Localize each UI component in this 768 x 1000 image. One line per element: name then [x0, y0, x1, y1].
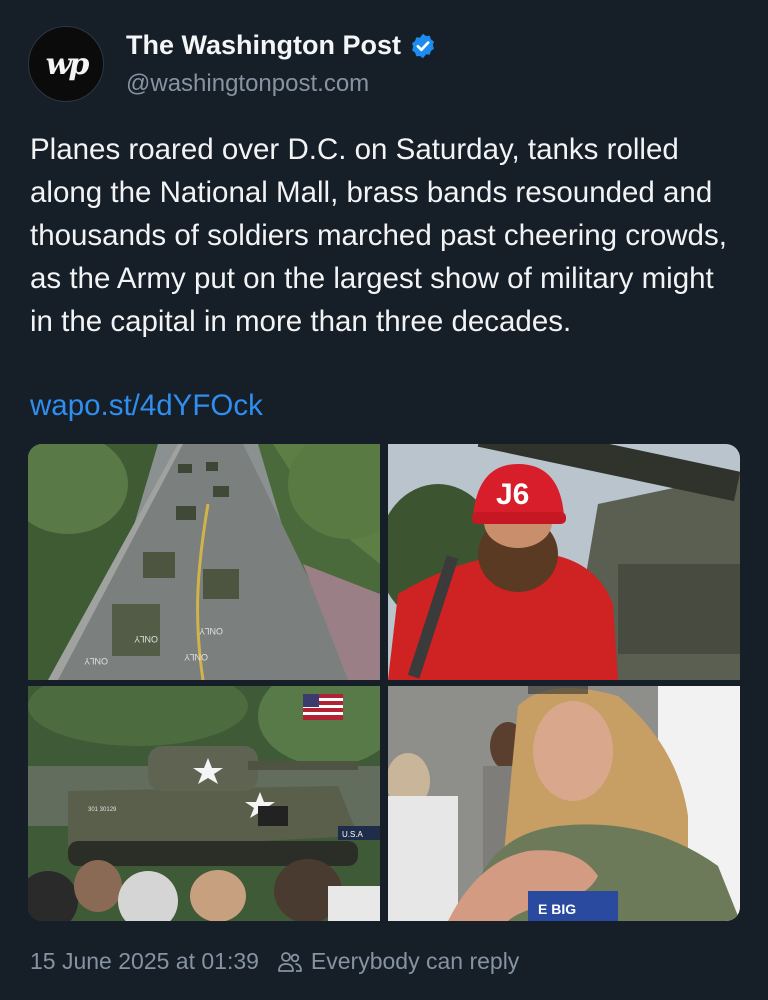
author-name[interactable]: The Washington Post — [126, 30, 401, 61]
road-marking: ONLY — [134, 634, 158, 644]
cap-text: J6 — [496, 478, 529, 511]
image-woman-hand-on-heart[interactable]: E BIG — [388, 686, 740, 921]
reply-setting[interactable]: Everybody can reply — [311, 948, 519, 975]
image-sherman-tank-crowd[interactable]: 301 30129 U.S.A — [28, 686, 380, 921]
author-handle[interactable]: @washingtonpost.com — [126, 70, 369, 98]
media-grid: ONLY ONLY ONLY ONLY J6 301 30129 U.S.A E… — [28, 444, 740, 921]
author-name-row[interactable]: The Washington Post — [126, 30, 437, 61]
road-marking: ONLY — [199, 626, 223, 636]
image-tanks-parade[interactable]: ONLY ONLY ONLY ONLY — [28, 444, 380, 680]
post-footer: 15 June 2025 at 01:39 Everybody can repl… — [30, 948, 519, 975]
avatar[interactable]: wp — [28, 26, 104, 102]
post-timestamp[interactable]: 15 June 2025 at 01:39 — [30, 948, 259, 975]
post-text: Planes roared over D.C. on Saturday, tan… — [30, 133, 727, 338]
road-marking: ONLY — [184, 652, 208, 662]
verified-badge-icon — [412, 33, 434, 58]
shirt-text: E BIG — [538, 901, 576, 917]
image-man-j6-cap[interactable]: J6 — [388, 444, 740, 680]
avatar-logo: wp — [45, 46, 90, 82]
banner-text: U.S.A — [342, 830, 364, 839]
road-marking: ONLY — [84, 656, 108, 666]
people-icon — [278, 951, 302, 972]
post-link[interactable]: wapo.st/4dYFOck — [30, 384, 263, 427]
tank-marking: 301 30129 — [88, 807, 117, 813]
